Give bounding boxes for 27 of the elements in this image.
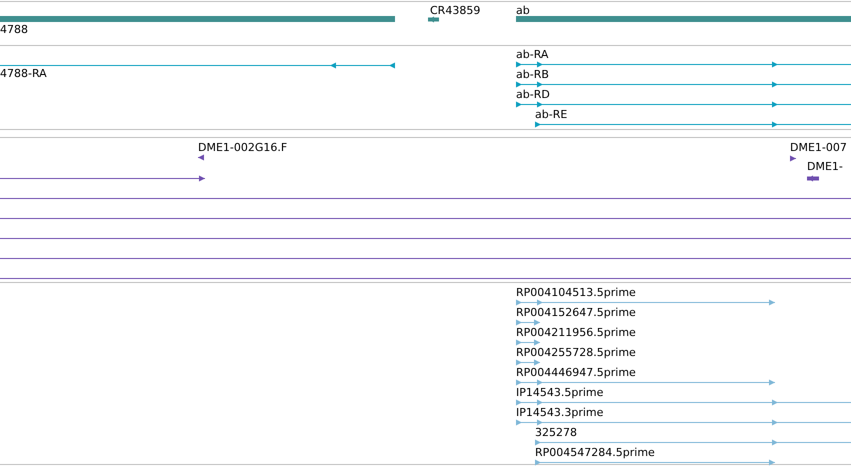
clone-drawing xyxy=(198,154,204,161)
gene-arrow-drawing xyxy=(428,16,439,23)
feature-label[interactable]: IP14543.5prime xyxy=(516,386,604,399)
feature-label[interactable]: RP004104513.5prime xyxy=(516,286,636,299)
feature-label[interactable]: DME1- xyxy=(807,160,843,173)
feature-label[interactable]: 325278 xyxy=(535,426,577,439)
clone-drawing xyxy=(790,155,796,162)
feature-label[interactable]: CR43859 xyxy=(430,4,480,17)
feature-label[interactable]: IP14543.3prime xyxy=(516,406,604,419)
feature-label[interactable]: DME1-002G16.F xyxy=(198,141,288,154)
feature-label[interactable]: 4788 xyxy=(0,23,28,36)
feature-label[interactable]: RP004211956.5prime xyxy=(516,326,636,339)
feature-label[interactable]: RP004255728.5prime xyxy=(516,346,636,359)
feature-label[interactable]: ab xyxy=(516,4,530,17)
feature-label[interactable]: ab-RD xyxy=(516,88,550,101)
feature-label[interactable]: ab-RA xyxy=(516,48,548,61)
est-alignment-drawing xyxy=(516,359,540,366)
est-alignment-drawing xyxy=(516,339,540,346)
feature-label[interactable]: 4788-RA xyxy=(0,67,47,80)
feature-label[interactable]: RP004547284.5prime xyxy=(535,446,655,459)
est-alignment-drawing xyxy=(516,319,540,326)
feature-label[interactable]: ab-RE xyxy=(535,108,568,121)
feature-label[interactable]: DME1-007 xyxy=(790,141,847,154)
feature-label[interactable]: RP004152647.5prime xyxy=(516,306,636,319)
feature-label[interactable]: ab-RB xyxy=(516,68,549,81)
clone-drawing xyxy=(807,175,819,182)
feature-label[interactable]: RP004446947.5prime xyxy=(516,366,636,379)
